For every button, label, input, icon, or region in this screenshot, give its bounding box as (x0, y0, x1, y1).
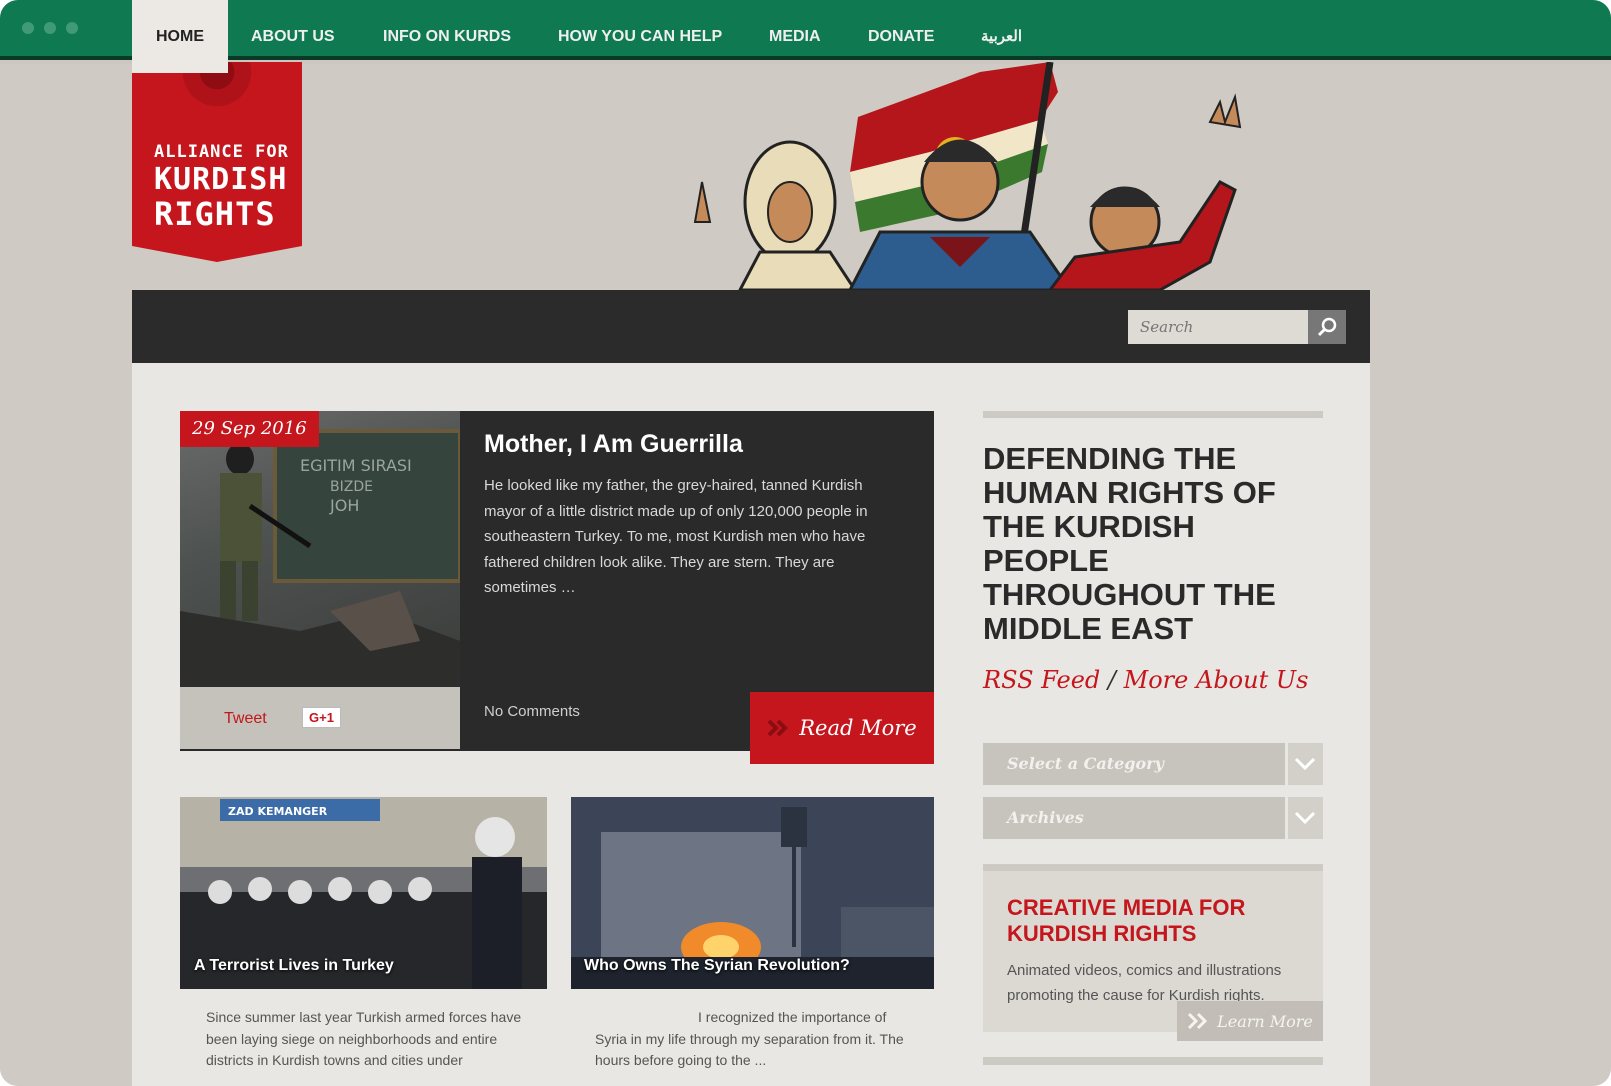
read-more-label: Read More (799, 716, 917, 740)
archives-select[interactable]: Archives (983, 797, 1323, 839)
featured-post-excerpt: He looked like my father, the grey-haire… (484, 477, 868, 596)
header-illustration (693, 62, 1242, 290)
window-minimize-dot[interactable] (44, 22, 56, 34)
logo-text-line2: KURDISH (154, 162, 288, 197)
category-select[interactable]: Select a Category (983, 743, 1323, 785)
learn-more-label: Learn More (1217, 1011, 1313, 1031)
sign-text: ZAD KEMANGER (228, 805, 328, 818)
logo-text-line1: ALLIANCE FOR (154, 142, 289, 162)
creative-media-title-text: CREATIVE MEDIA FOR KURDISH RIGHTS (1007, 895, 1246, 946)
nav-info-on-kurds[interactable]: INFO ON KURDS (383, 0, 511, 73)
double-chevron-right-icon (767, 719, 789, 737)
sidebar-links: RSS Feed / More About Us (983, 666, 1308, 694)
archives-select-label: Archives (1007, 808, 1084, 827)
category-select-label: Select a Category (1007, 754, 1164, 773)
chalkboard-text-1: EGITIM SIRASI (300, 456, 412, 475)
nav-home[interactable]: HOME (132, 0, 228, 73)
google-plus-button[interactable]: G+1 (302, 707, 341, 728)
featured-post-image[interactable]: EGITIM SIRASI BIZDE JOH (180, 411, 460, 687)
post-title-syrian[interactable]: Who Owns The Syrian Revolution? (584, 957, 850, 975)
nav-about-us[interactable]: ABOUT US (251, 0, 335, 73)
nav-donate[interactable]: DONATE (868, 0, 934, 73)
creative-media-title: CREATIVE MEDIA FOR KURDISH RIGHTS (1007, 895, 1267, 947)
link-separator: / (1107, 666, 1117, 694)
sidebar-top-rule (983, 411, 1323, 418)
search-icon (1317, 317, 1337, 337)
comments-link[interactable]: No Comments (484, 703, 580, 720)
sidebar-bottom-rule (983, 1057, 1323, 1065)
sidebar-tagline: DEFENDING THE HUMAN RIGHTS OF THE KURDIS… (983, 441, 1276, 646)
tweet-button[interactable]: Tweet (224, 710, 267, 728)
chevron-down-icon (1285, 797, 1323, 839)
browser-window: ALLIANCE FOR KURDISH RIGHTS HOME ABOUT U… (0, 0, 1611, 1086)
window-maximize-dot[interactable] (66, 22, 78, 34)
featured-scene: EGITIM SIRASI BIZDE JOH (180, 429, 460, 687)
featured-post-title[interactable]: Mother, I Am Guerrilla (484, 430, 743, 459)
logo-text-line3: RIGHTS (154, 195, 276, 233)
window-close-dot[interactable] (22, 22, 34, 34)
post-title-terrorist[interactable]: A Terrorist Lives in Turkey (194, 957, 394, 975)
site-logo[interactable]: ALLIANCE FOR KURDISH RIGHTS (132, 62, 302, 262)
search-button[interactable] (1308, 310, 1346, 344)
nav-media[interactable]: MEDIA (769, 0, 821, 73)
post-excerpt-terrorist: Since summer last year Turkish armed for… (180, 989, 547, 1086)
more-about-us-link[interactable]: More About Us (1124, 666, 1309, 694)
nav-arabic[interactable]: العربية (981, 0, 1022, 73)
post-date-badge: 29 Sep 2016 (180, 411, 319, 447)
search-input[interactable] (1128, 310, 1308, 344)
chalkboard-text-2: BIZDE (330, 479, 373, 495)
post-excerpt-syrian: I recognized the importance of Syria in … (571, 989, 934, 1086)
learn-more-button[interactable]: Learn More (1177, 1001, 1323, 1041)
chevron-down-icon (1285, 743, 1323, 785)
rss-feed-link[interactable]: RSS Feed (983, 666, 1100, 694)
nav-how-you-can-help[interactable]: HOW YOU CAN HELP (558, 0, 722, 73)
chalkboard-text-3: JOH (329, 496, 359, 515)
read-more-button[interactable]: Read More (750, 692, 934, 764)
double-chevron-right-icon (1188, 1012, 1208, 1030)
